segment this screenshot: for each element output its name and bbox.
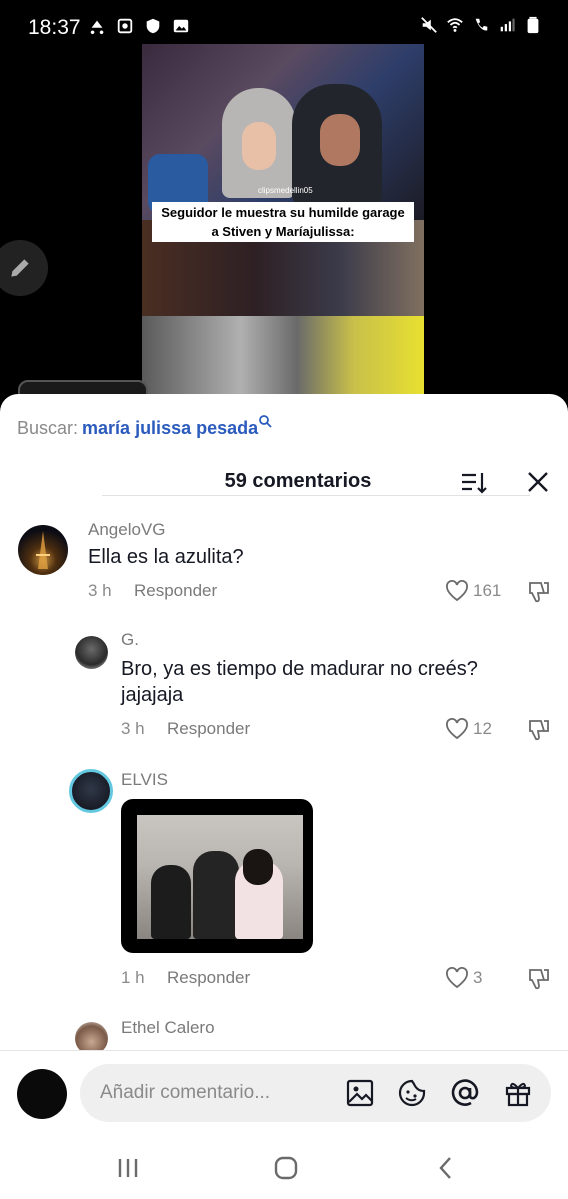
incognito-icon <box>90 20 104 35</box>
battery-icon <box>527 16 539 34</box>
heart-icon <box>446 967 468 989</box>
image-icon[interactable] <box>345 1078 375 1108</box>
avatar-angelovg[interactable] <box>18 525 68 575</box>
reply-button[interactable]: Responder <box>167 968 250 988</box>
status-left-icons <box>88 17 190 35</box>
eiffel-tower-image <box>36 531 50 569</box>
comment-photo-image <box>137 815 303 939</box>
comment-author[interactable]: Ethel Calero <box>121 1018 215 1038</box>
comment-input-bar: Añadir comentario... <box>0 1050 568 1135</box>
reply-button[interactable]: Responder <box>167 719 250 739</box>
photo-person-2 <box>193 851 239 939</box>
comment-time: 3 h <box>121 719 145 738</box>
like-button[interactable]: 3 <box>445 967 482 989</box>
home-indicator <box>102 495 530 496</box>
comment-author[interactable]: AngeloVG <box>88 520 166 540</box>
mute-icon <box>421 17 437 33</box>
video-face-left <box>242 122 276 170</box>
reply-button[interactable]: Responder <box>134 581 217 601</box>
comments-sheet: Buscar: maría julissa pesada 59 comentari… <box>0 394 568 1199</box>
video-caption: Seguidor le muestra su humilde garage a … <box>152 202 414 242</box>
status-right-icons <box>420 16 542 34</box>
like-count: 161 <box>473 581 502 600</box>
comment-time: 3 h <box>88 581 112 600</box>
dislike-icon[interactable] <box>525 966 551 992</box>
like-button[interactable]: 161 <box>445 580 501 602</box>
video-player[interactable]: clipsmedellin05 Seguidor le muestra su h… <box>142 44 424 404</box>
call-icon <box>475 18 488 31</box>
dislike-icon[interactable] <box>525 717 551 743</box>
comment-input-placeholder: Añadir comentario... <box>100 1082 271 1103</box>
edit-button[interactable] <box>0 240 48 296</box>
gift-icon[interactable] <box>503 1078 533 1108</box>
comment-author[interactable]: ELVIS <box>121 770 168 790</box>
comment-text: Ella es la azulita? <box>88 546 244 568</box>
sticker-icon[interactable] <box>397 1078 427 1108</box>
image-icon <box>173 19 189 33</box>
avatar-elvis[interactable] <box>69 769 113 813</box>
video-watermark: clipsmedellin05 <box>258 186 313 195</box>
dislike-icon[interactable] <box>525 579 551 605</box>
heart-icon <box>446 718 468 740</box>
comment-time: 1 h <box>121 968 145 987</box>
recent-apps-icon[interactable] <box>113 1153 143 1183</box>
video-frame-bottom <box>142 316 424 404</box>
signal-icon <box>500 18 515 32</box>
search-prefix: Buscar: <box>17 418 79 438</box>
like-button[interactable]: 12 <box>445 718 492 740</box>
back-icon[interactable] <box>431 1153 461 1183</box>
sort-icon[interactable] <box>460 470 488 496</box>
comment-text: Bro, ya es tiempo de madurar no creés? j… <box>121 658 478 706</box>
wifi-icon <box>447 18 463 32</box>
user-avatar[interactable] <box>17 1069 67 1119</box>
avatar-g[interactable] <box>75 636 108 669</box>
close-icon[interactable] <box>524 468 552 496</box>
heart-icon <box>446 580 468 602</box>
shield-icon <box>146 18 160 34</box>
photo-person-1 <box>151 865 191 939</box>
status-time: 18:37 <box>28 16 81 39</box>
pencil-icon <box>11 259 29 277</box>
video-face-right <box>320 114 360 166</box>
mention-icon[interactable] <box>450 1078 480 1108</box>
sim-icon <box>117 18 133 34</box>
comment-photo[interactable] <box>121 799 313 953</box>
search-icon <box>259 415 272 428</box>
search-query[interactable]: maría julissa pesada <box>82 418 258 438</box>
home-icon[interactable] <box>271 1153 301 1183</box>
comment-author[interactable]: G. <box>121 630 139 650</box>
photo-hair-3 <box>243 849 273 885</box>
system-nav-bar <box>0 1135 568 1199</box>
comment-input[interactable]: Añadir comentario... <box>80 1064 551 1122</box>
search-suggestion[interactable]: Buscar: maría julissa pesada <box>17 415 272 439</box>
like-count: 3 <box>473 968 483 987</box>
like-count: 12 <box>473 719 492 738</box>
